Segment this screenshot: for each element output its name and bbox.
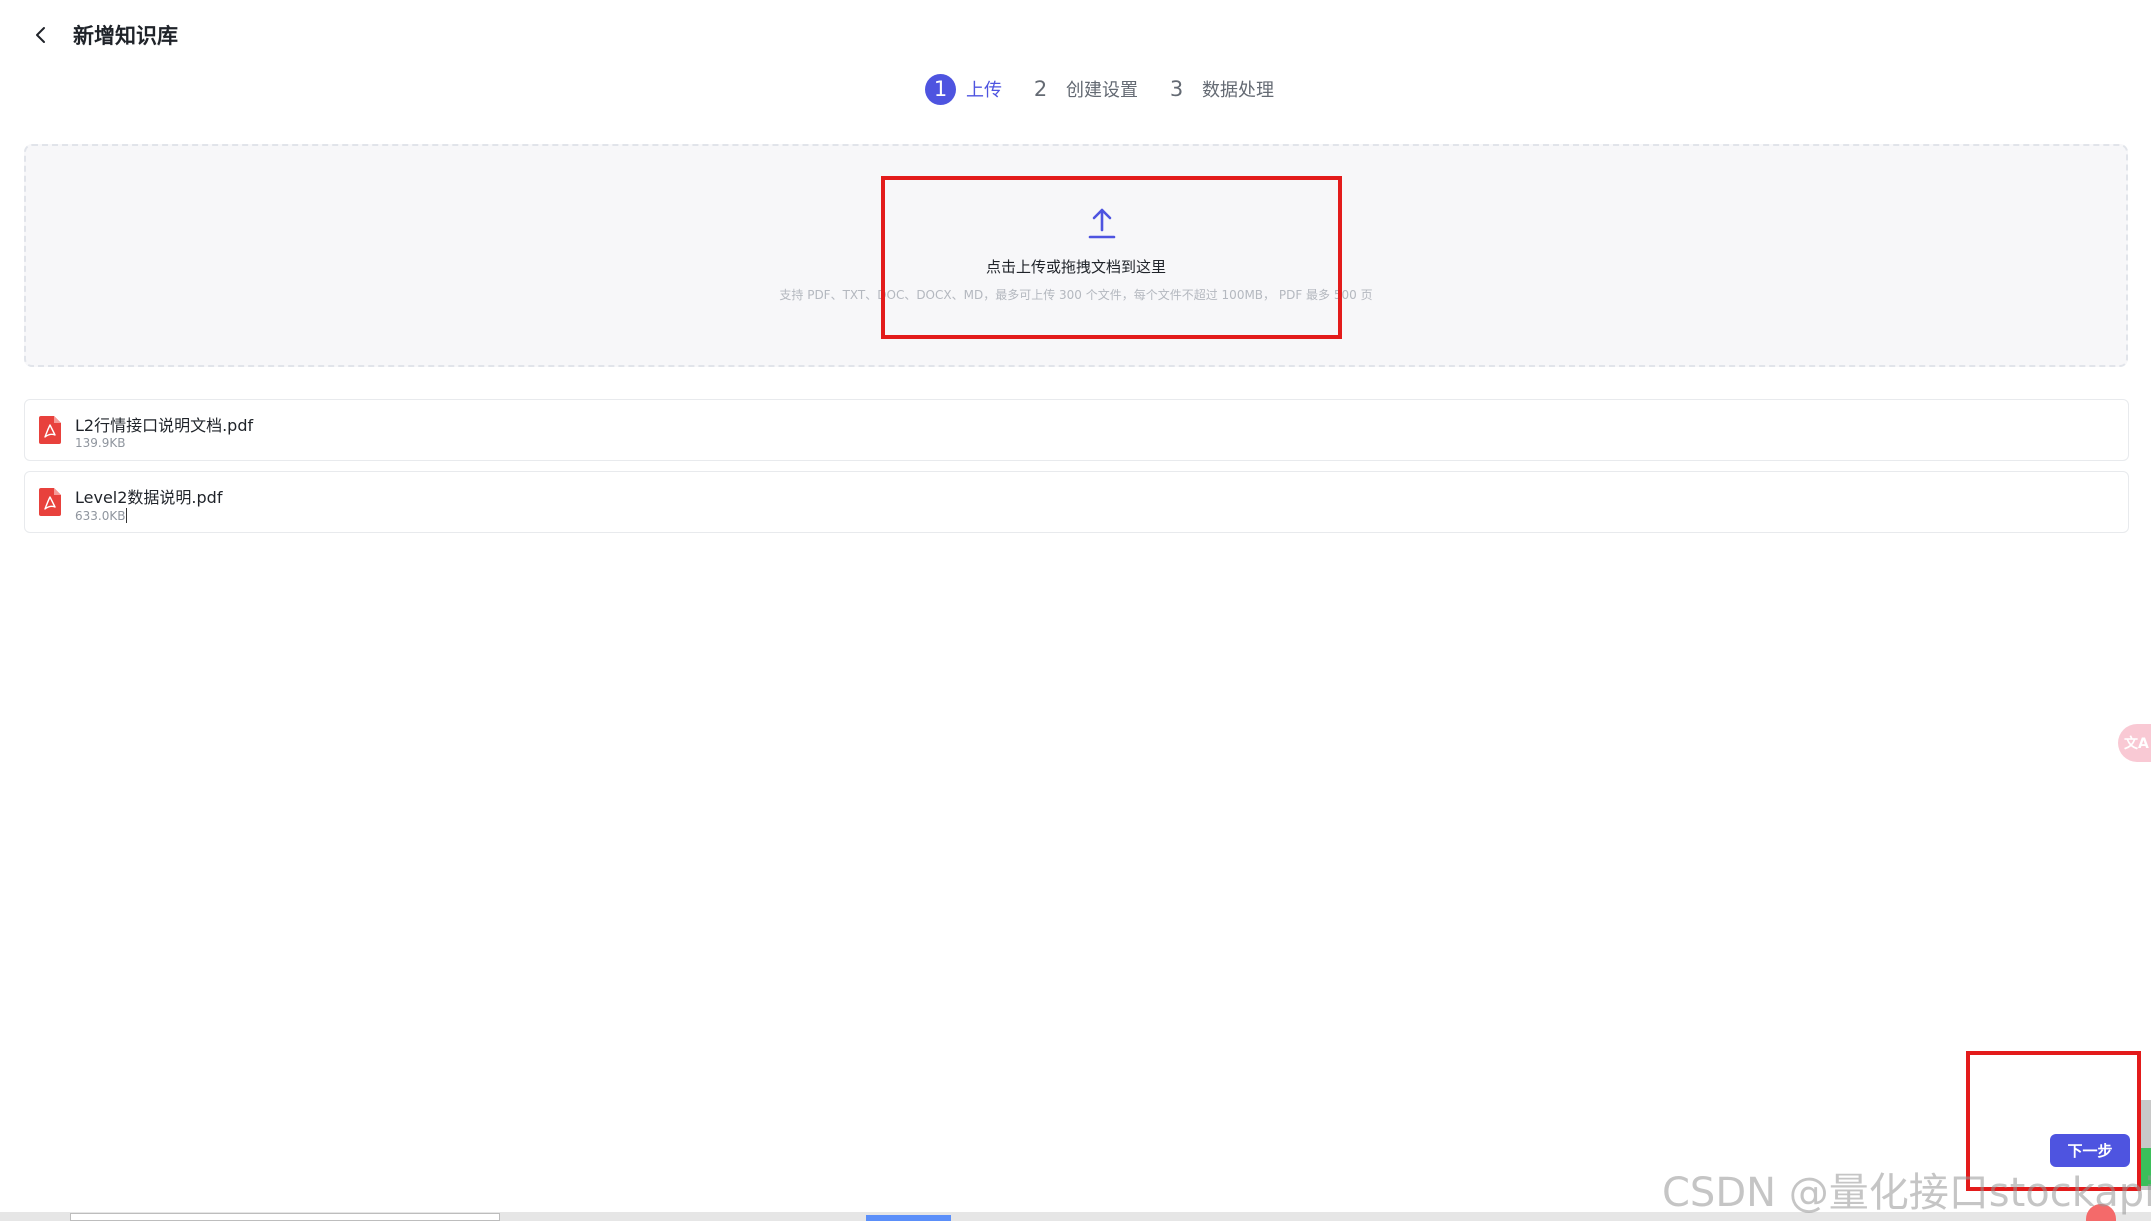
step-number: 1 [925, 73, 956, 105]
file-size: 633.0KB [75, 509, 126, 523]
stepper: 1 上传 2 创建设置 3 数据处理 [925, 72, 1297, 106]
page: 新增知识库 1 上传 2 创建设置 3 数据处理 点击上传或拖拽文档到这里 支持… [0, 0, 2151, 1221]
step-number: 3 [1169, 77, 1184, 101]
pdf-file-icon [39, 488, 61, 516]
file-size: 139.9KB [75, 436, 126, 450]
translate-widget[interactable]: 文A [2118, 724, 2151, 762]
chevron-left-icon[interactable] [28, 22, 52, 48]
step-label: 创建设置 [1066, 80, 1138, 101]
watermark: CSDN @量化接口stockapi [1662, 1170, 2151, 1216]
file-list-item[interactable]: L2行情接口说明文档.pdf 139.9KB [24, 399, 2129, 461]
step-label: 数据处理 [1202, 80, 1274, 101]
step-data-processing[interactable]: 3 数据处理 [1161, 74, 1274, 105]
bottom-input[interactable] [70, 1213, 500, 1221]
file-name: Level2数据说明.pdf [75, 488, 223, 507]
step-number: 2 [1033, 77, 1048, 101]
step-upload[interactable]: 1 上传 [925, 73, 1002, 105]
text-caret [126, 508, 128, 523]
page-title: 新增知识库 [73, 24, 178, 48]
file-size-with-caret: 633.0KB [75, 508, 128, 523]
bottom-active-tab[interactable] [866, 1215, 951, 1221]
file-list-item[interactable]: Level2数据说明.pdf 633.0KB [24, 471, 2129, 533]
file-name: L2行情接口说明文档.pdf [75, 416, 254, 435]
pdf-file-icon [39, 416, 61, 444]
step-create-settings[interactable]: 2 创建设置 [1025, 74, 1138, 105]
step-label: 上传 [966, 80, 1002, 101]
annotation-box-upload [881, 176, 1342, 339]
